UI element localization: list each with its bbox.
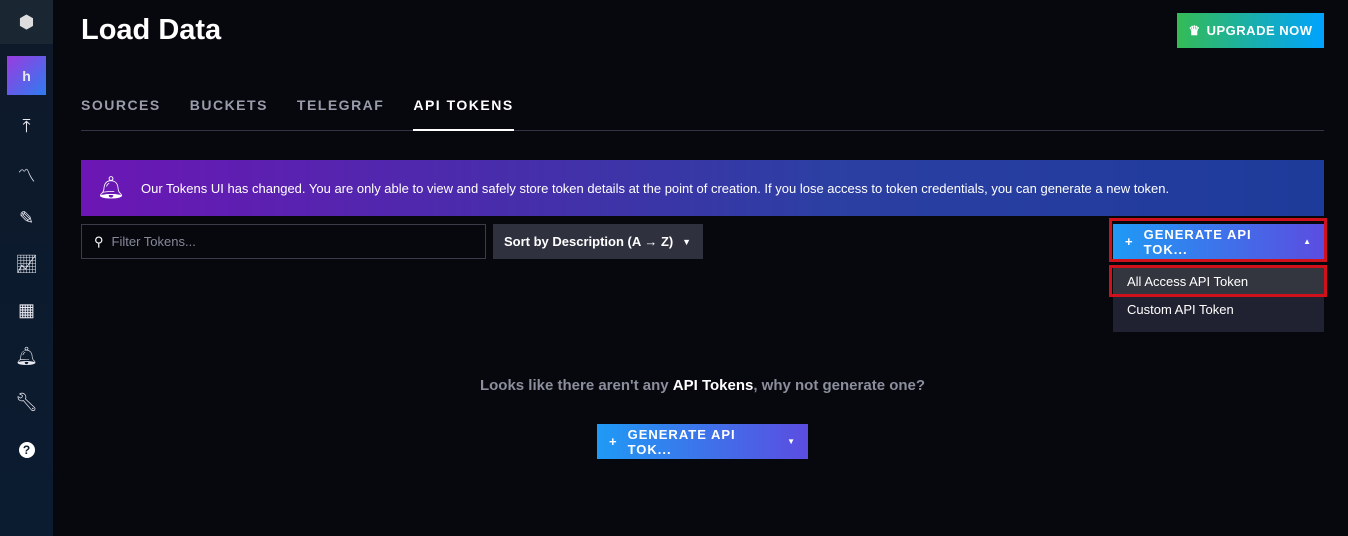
search-icon: ⚲ [94, 233, 104, 249]
filter-tokens-input[interactable]: ⚲ Filter Tokens... [81, 224, 486, 259]
menu-item-custom-token[interactable]: Custom API Token [1113, 295, 1324, 323]
tab-buckets[interactable]: BUCKETS [190, 97, 268, 131]
upload-icon[interactable]: ⤒ [0, 116, 53, 137]
tab-telegraf[interactable]: TELEGRAF [297, 97, 384, 131]
bell-icon: 🔔︎ [97, 175, 125, 200]
org-avatar[interactable]: h [7, 56, 46, 95]
plus-icon: + [609, 434, 618, 449]
plus-icon: + [1125, 234, 1134, 249]
sort-dropdown[interactable]: Sort by Description (A → Z) ▼ [493, 224, 703, 259]
page-title: Load Data [81, 14, 222, 46]
empty-state-message: Looks like there aren't any API Tokens, … [479, 377, 926, 394]
data-explorer-icon[interactable]: 〽 [0, 162, 53, 188]
dashboard-icon[interactable]: 📈︎ [0, 254, 53, 275]
upgrade-now-button[interactable]: ♛ UPGRADE NOW [1177, 13, 1324, 48]
alerts-bell-icon[interactable]: 🔔︎ [0, 346, 53, 367]
generate-api-token-button-empty[interactable]: + GENERATE API TOK... ▼ [597, 424, 808, 459]
tab-api-tokens[interactable]: API TOKENS [413, 97, 514, 131]
notebook-icon[interactable]: ✎ [0, 208, 53, 229]
sidebar: ⬢ h ⤒ 〽 ✎ 📈︎ ▦ 🔔︎ 🔧︎ ? [0, 0, 53, 536]
tab-bar: SOURCES BUCKETS TELEGRAF API TOKENS [81, 97, 1324, 131]
highlight-box [1109, 265, 1327, 297]
crown-icon: ♛ [1188, 22, 1201, 38]
caret-up-icon: ▲ [1303, 237, 1312, 246]
caret-down-icon: ▼ [787, 437, 796, 446]
generate-api-token-button[interactable]: + GENERATE API TOK... ▲ [1113, 224, 1324, 259]
caret-down-icon: ▼ [682, 236, 691, 247]
info-banner: 🔔︎ Our Tokens UI has changed. You are on… [81, 160, 1324, 216]
tab-sources[interactable]: SOURCES [81, 97, 161, 131]
tasks-calendar-icon[interactable]: ▦ [0, 300, 53, 321]
help-icon[interactable]: ? [0, 438, 53, 459]
influxdb-logo-icon[interactable]: ⬢ [0, 0, 53, 44]
settings-wrench-icon[interactable]: 🔧︎ [0, 392, 53, 413]
